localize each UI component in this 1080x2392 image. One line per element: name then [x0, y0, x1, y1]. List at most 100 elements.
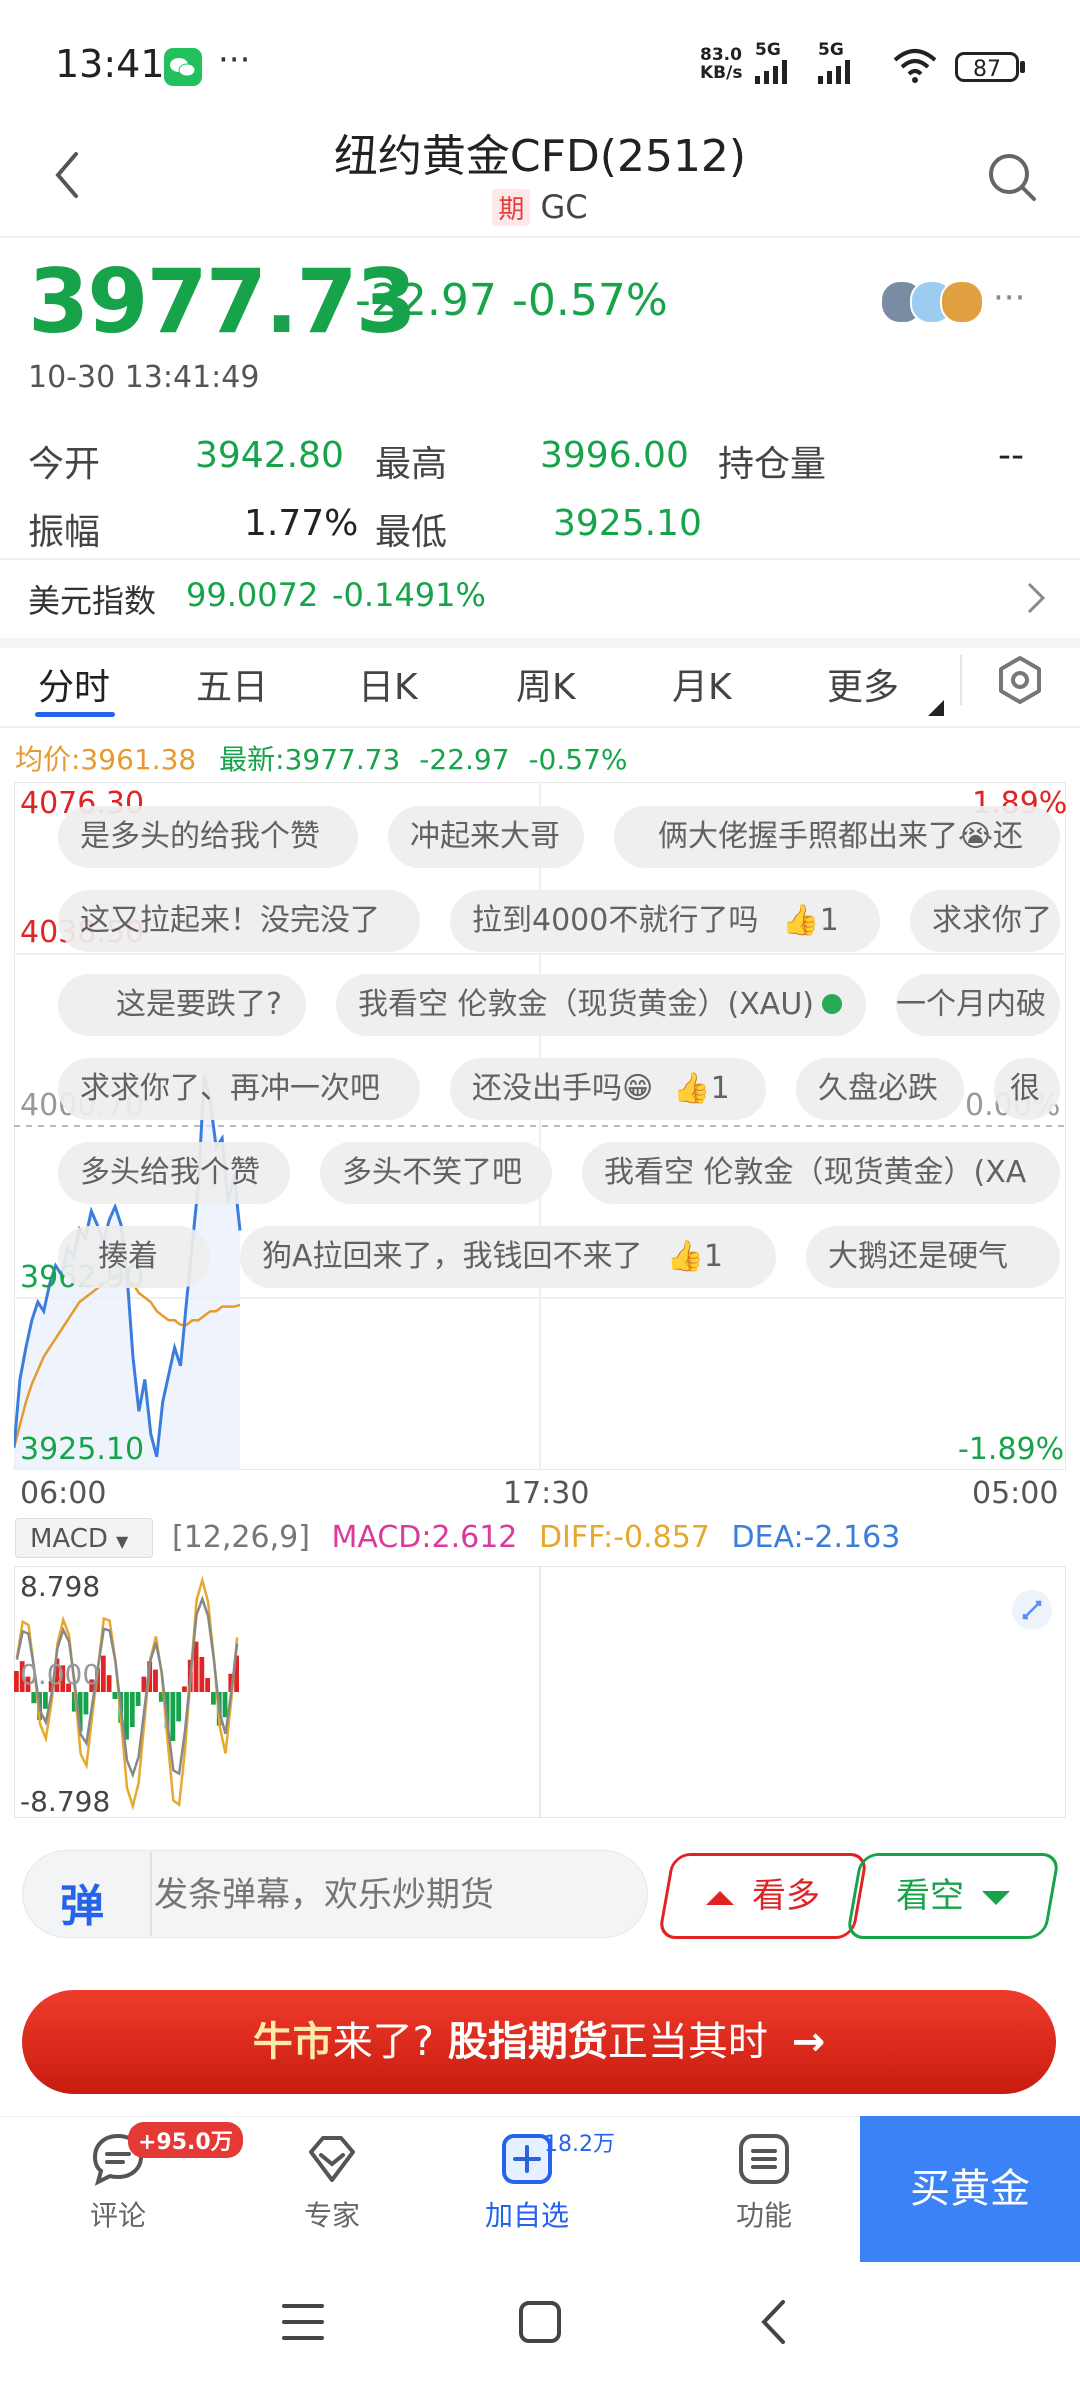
y-pct-bottom: -1.89% — [958, 1432, 1065, 1467]
battery-tip — [1020, 61, 1025, 73]
danmu-bubble[interactable]: 狗A拉回来了，我钱回不来了 👍1 — [240, 1226, 776, 1288]
avg-price-label: 均价:3961.38 — [15, 743, 197, 776]
menu-icon[interactable] — [282, 2302, 324, 2346]
danmu-bubble[interactable]: 冲起来大哥 — [388, 806, 584, 868]
tab-intraday[interactable]: 分时 — [38, 658, 110, 710]
signal-label-2: 5G — [818, 40, 844, 60]
macd-bar — [182, 1686, 187, 1692]
macd-bar — [112, 1692, 118, 1699]
danmu-bubble[interactable]: 拉到4000不就行了吗 👍1 — [450, 890, 880, 952]
usd-index-value: 99.0072 — [186, 576, 319, 614]
tab-5day[interactable]: 五日 — [196, 658, 268, 710]
tab-active-indicator — [35, 712, 115, 717]
danmu-bubble[interactable]: 这又拉起来！没完没了 — [58, 890, 420, 952]
signal-bars-icon — [818, 58, 850, 84]
macd-bar — [100, 1655, 106, 1692]
search-button[interactable] — [985, 150, 1039, 208]
nav-comments-label: 评论 — [89, 2199, 146, 2232]
diamond-icon — [309, 2136, 355, 2182]
macd-params: [12,26,9] — [172, 1520, 310, 1555]
macd-info: [12,26,9] MACD:2.612 DIFF:-0.857 DEA:-2.… — [172, 1520, 900, 1555]
tab-monthly-k[interactable]: 月K — [672, 658, 732, 710]
macd-y-top: 8.798 — [20, 1570, 101, 1603]
signal-5g-1: 5G — [755, 42, 787, 84]
nav-experts[interactable]: 专家 — [262, 2130, 402, 2234]
macd-bar — [193, 1641, 199, 1692]
low-value: 3925.10 — [553, 503, 702, 544]
danmu-icon[interactable]: 弹 — [60, 1870, 104, 1934]
indicator-select[interactable]: MACD ▼ — [15, 1518, 153, 1558]
bullish-button[interactable]: 看多 — [657, 1853, 869, 1939]
danmu-input[interactable] — [152, 1868, 636, 1922]
page-title: 纽约黄金CFD(2512) — [333, 131, 747, 182]
banner-text-1: 牛市 — [252, 2019, 333, 2065]
signal-label-1: 5G — [755, 40, 781, 60]
macd-bar — [106, 1675, 112, 1692]
indicator-select-value: MACD — [30, 1524, 108, 1554]
intraday-chart[interactable] — [14, 782, 1066, 1470]
danmu-bubble[interactable]: 求求你了、再冲一次吧 — [58, 1058, 420, 1120]
arrow-up-icon — [706, 1890, 734, 1905]
macd-bar — [14, 1671, 19, 1692]
back-nav-icon[interactable] — [758, 2298, 788, 2350]
danmu-bubble[interactable]: 一个月内破 — [896, 974, 1060, 1036]
danmu-bubble[interactable]: 是多头的给我个赞 — [58, 806, 358, 868]
macd-y-mid: 0.000 — [20, 1658, 101, 1691]
net-speed-unit: KB/s — [700, 63, 743, 83]
macd-chart[interactable] — [14, 1566, 1066, 1818]
nav-experts-label: 专家 — [303, 2199, 360, 2232]
tab-more[interactable]: 更多 — [827, 658, 899, 710]
macd-bar — [222, 1692, 228, 1718]
quote-timestamp: 10-30 13:41:49 — [28, 360, 260, 395]
settings-button[interactable] — [995, 655, 1045, 709]
search-icon — [989, 154, 1036, 201]
x-tick-end: 05:00 — [972, 1476, 1059, 1511]
danmu-bubble[interactable]: 多头不笑了吧 — [320, 1142, 552, 1204]
signal-5g-2: 5G — [818, 42, 850, 84]
high-label: 最高 — [375, 444, 448, 485]
status-time: 13:41 — [55, 42, 165, 86]
comments-badge: +95.0万 — [128, 2122, 243, 2158]
expand-button[interactable] — [1012, 1590, 1052, 1630]
menu-box-icon — [739, 2134, 789, 2184]
promo-banner[interactable]: 牛市来了? 股指期货正当其时 → — [22, 1990, 1056, 2094]
chevron-down-icon: ▼ — [115, 1532, 129, 1551]
danmu-bubble[interactable]: 求求你了 — [910, 890, 1060, 952]
amplitude-value: 1.77% — [244, 503, 359, 544]
macd-bar — [42, 1692, 48, 1709]
price-change: -22.97 — [355, 275, 497, 326]
low-label: 最低 — [375, 512, 448, 553]
usd-index-row[interactable] — [0, 560, 1080, 638]
danmu-bubble[interactable]: 还没出手吗😁 👍1 — [450, 1058, 766, 1120]
danmu-bubble[interactable]: 我看空 伦敦金（现货黄金）(XAU) — [336, 974, 866, 1036]
futures-tag: 期 — [492, 189, 531, 226]
tab-daily-k[interactable]: 日K — [358, 658, 418, 710]
danmu-bubble[interactable]: 揍着 — [58, 1226, 210, 1288]
bullish-label: 看多 — [752, 1876, 820, 1916]
banner-text-3: 股指期货 — [447, 2019, 608, 2065]
macd-bar — [211, 1692, 216, 1705]
home-icon[interactable] — [518, 2300, 562, 2348]
buy-gold-button[interactable]: 买黄金 — [860, 2116, 1080, 2262]
nav-functions[interactable]: 功能 — [694, 2130, 834, 2234]
bearish-button[interactable]: 看空 — [845, 1853, 1061, 1939]
chart-info: 均价:3961.38 最新:3977.73 -22.97 -0.57% — [15, 738, 628, 778]
macd-bar — [31, 1692, 37, 1704]
macd-bar — [205, 1678, 211, 1692]
usd-index-change: -0.1491% — [332, 576, 486, 614]
like-count: 1 — [703, 1239, 723, 1274]
danmu-bubble[interactable]: 大鹅还是硬气 — [806, 1226, 1060, 1288]
signal-bars-icon — [755, 58, 787, 84]
danmu-bubble[interactable]: 久盘必跌 — [796, 1058, 964, 1120]
like-count: 1 — [710, 1071, 730, 1106]
macd-y-bottom: -8.798 — [20, 1785, 111, 1818]
tab-weekly-k[interactable]: 周K — [516, 658, 576, 710]
danmu-bubble[interactable]: 俩大佬握手照都出来了😭还 — [614, 806, 1060, 868]
thumbs-up-icon: 👍 — [782, 903, 820, 938]
danmu-bubble[interactable]: 很 — [994, 1058, 1060, 1120]
arrow-right-icon: → — [791, 2019, 826, 2065]
more-icon[interactable]: ··· — [993, 278, 1025, 318]
danmu-bubble[interactable]: 多头给我个赞 — [58, 1142, 290, 1204]
danmu-bubble[interactable]: 这是要跌了? — [58, 974, 306, 1036]
danmu-bubble[interactable]: 我看空 伦敦金（现货黄金）(XA — [582, 1142, 1060, 1204]
